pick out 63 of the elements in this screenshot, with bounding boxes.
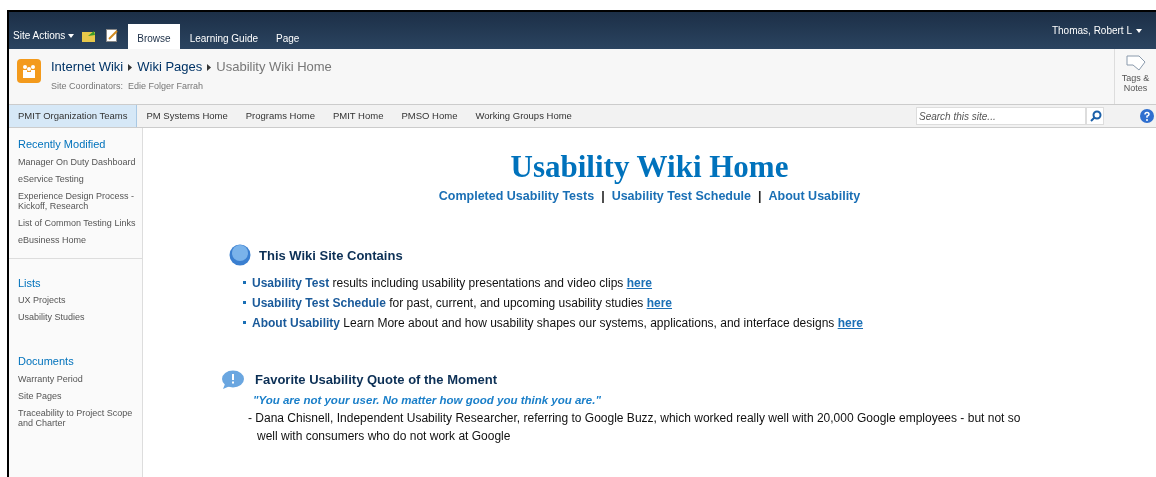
item-link[interactable]: Usability Test [252,275,330,290]
item-link[interactable]: About Usability [252,315,340,330]
nav-tab[interactable]: PMSO Home [392,105,467,127]
separator: | [601,188,605,205]
sidebar-link[interactable]: eService Testing [18,173,138,184]
site-actions-menu[interactable]: Site Actions [13,28,75,43]
nav-tab[interactable]: PM Systems Home [137,105,237,127]
sidebar-heading[interactable]: Recently Modified [18,136,138,153]
list-item-text: About Usability Learn More about and how usability shapes our systems, applications, and interface designs here [252,314,863,332]
ribbon-tab[interactable]: Browse [128,24,180,49]
list-item-text: Usability Test results including usability presentations and video clips here [252,274,653,292]
caret-icon [1136,28,1142,33]
sidebar-link[interactable]: UX Projects [18,295,138,305]
header-link[interactable]: Completed Usability Tests [438,187,595,206]
caret-icon [68,33,75,38]
user-menu[interactable]: Thomas, Robert L [1051,23,1142,38]
breadcrumb-link[interactable]: Wiki Pages [137,59,203,75]
arrow-icon [207,63,212,71]
item-link[interactable]: Usability Test Schedule [252,295,386,310]
sidebar-link[interactable]: Traceability to Project Scope and Charter [18,407,138,428]
bullet-icon [243,321,246,325]
here-link[interactable]: here [837,315,863,330]
search-icon[interactable] [1086,107,1104,125]
sidebar-link[interactable]: Warranty Period [18,373,138,384]
page-heading: Usability Wiki Home [510,150,789,184]
nav-tab[interactable]: Working Groups Home [466,105,581,127]
section-heading: Favorite Usability Quote of the Moment [255,371,497,390]
tag-icon [1124,53,1147,73]
site-logo-icon [17,59,41,83]
sidebar-link[interactable]: Site Pages [18,390,138,401]
quote-text: "You are not your user. No matter how good you think you are." [252,392,602,408]
header-link[interactable]: Usability Test Schedule [611,187,752,206]
sidebar-heading[interactable]: Lists [18,274,138,291]
sidebar-heading[interactable]: Documents [18,353,138,370]
nav-tab[interactable]: PMIT Organization Teams [9,105,138,127]
edit-page-icon[interactable] [106,29,119,42]
separator: | [758,188,762,205]
bullet-icon [243,281,246,285]
sidebar-link[interactable]: Experience Design Process - Kickoff, Research [18,190,138,211]
list-item-text: Usability Test Schedule for past, current, and upcoming usability studies here [252,294,672,312]
speech-bubble-icon [221,369,245,390]
sidebar-link[interactable]: List of Common Testing Links [18,217,138,228]
breadcrumb-link[interactable]: Internet Wiki [51,59,124,75]
here-link[interactable]: here [646,295,672,310]
page-title: Usability Wiki Home [216,59,332,75]
nav-tab[interactable]: PMIT Home [323,105,393,127]
arrow-icon [128,63,133,71]
quote-attribution: - Dana Chisnell, Independent Usability Researcher, referring to Google Buzz, which worked really well with 20,000 Google employees - but not so well with consumers who do not work at Google [247,410,1021,445]
search-field[interactable]: Search this site... [916,107,1086,125]
coordinator-name[interactable]: Edie Folger Farrah [128,80,204,94]
folder-icon[interactable] [82,30,97,42]
section-heading: This Wiki Site Contains [259,247,403,266]
ribbon-tab[interactable]: Learning Guide [181,31,266,49]
help-icon[interactable] [1140,109,1154,123]
header-link[interactable]: About Usability [768,187,861,206]
bullet-icon [243,301,246,305]
coordinators-label: Site Coordinators: [51,80,124,93]
sidebar-link[interactable]: eBusiness Home [18,234,138,245]
here-link[interactable]: here [626,275,653,290]
sidebar-link[interactable]: Manager On Duty Dashboard [18,156,138,167]
nav-tab[interactable]: Programs Home [236,105,324,127]
ribbon-tab[interactable]: Page [268,31,308,49]
sidebar-link[interactable]: Usability Studies [18,312,138,322]
